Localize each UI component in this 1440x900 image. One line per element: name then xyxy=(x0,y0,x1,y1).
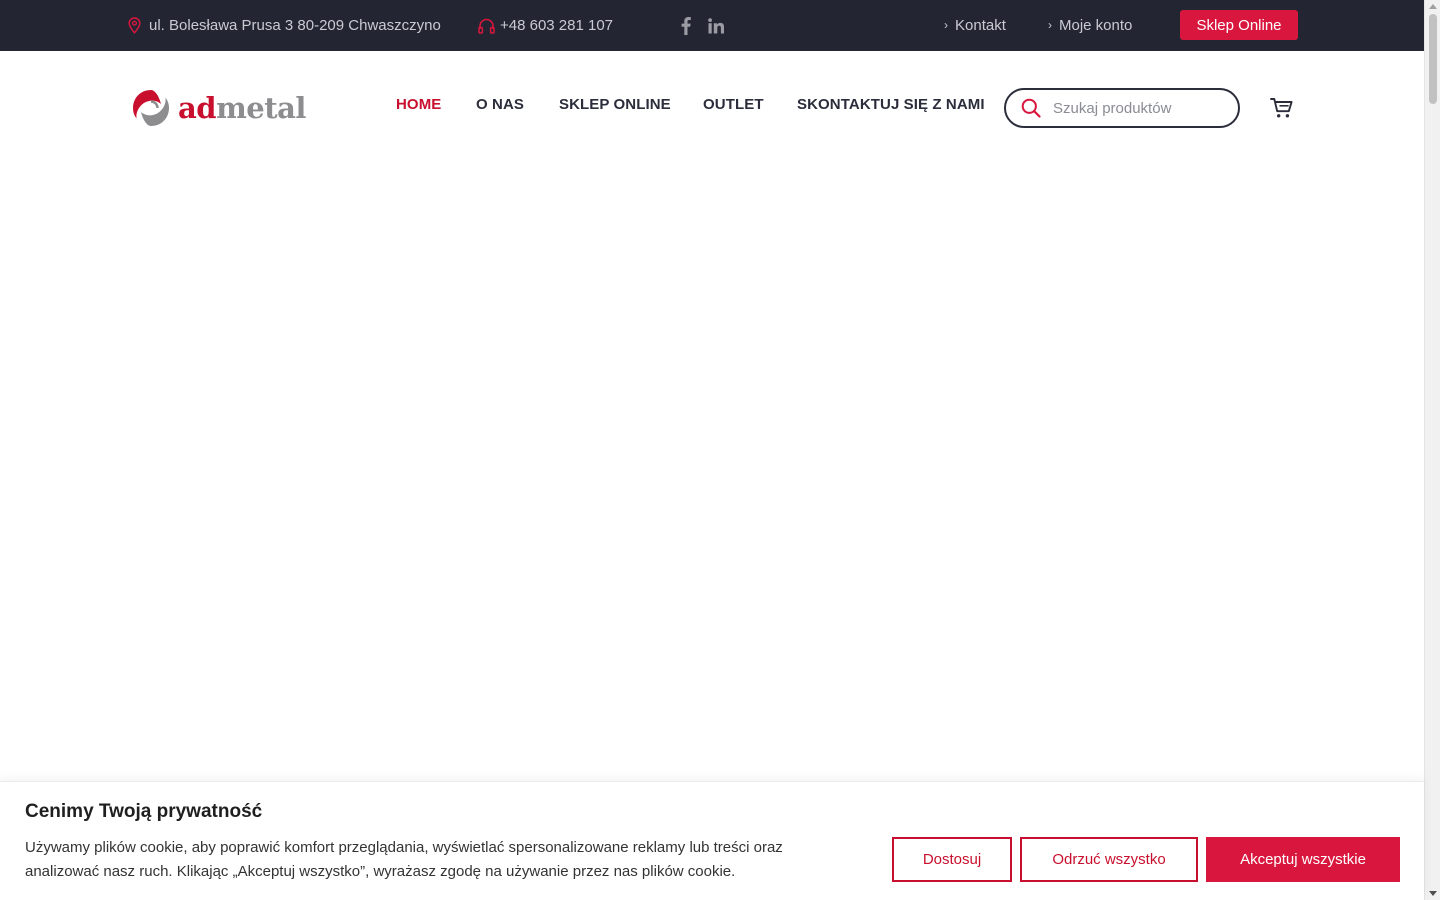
search-box[interactable] xyxy=(1004,88,1240,128)
location-pin-icon xyxy=(128,17,141,34)
sklep-online-button[interactable]: Sklep Online xyxy=(1180,10,1298,40)
logo-text-ad: ad xyxy=(178,91,217,125)
search-input[interactable] xyxy=(1053,99,1213,117)
nav-item-outlet[interactable]: OUTLET xyxy=(703,96,764,113)
topbar-link-kontakt[interactable]: › Kontakt xyxy=(944,0,1006,51)
reject-all-button[interactable]: Odrzuć wszystko xyxy=(1020,837,1198,882)
cookie-text: Używamy plików cookie, aby poprawić komf… xyxy=(25,839,783,880)
page-scrollbar[interactable] xyxy=(1424,0,1440,900)
nav-item-skontaktuj[interactable]: SKONTAKTUJ SIĘ Z NAMI xyxy=(797,96,985,113)
chevron-right-icon: › xyxy=(1048,17,1052,32)
scrollbar-thumb[interactable] xyxy=(1429,14,1437,104)
logo-swirl-icon xyxy=(133,90,169,126)
headphones-icon xyxy=(478,18,495,34)
accept-all-button[interactable]: Akceptuj wszystkie xyxy=(1206,837,1400,882)
phone[interactable]: +48 603 281 107 xyxy=(478,0,613,51)
address-text: ul. Bolesława Prusa 3 80-209 Chwaszczyno xyxy=(149,17,441,34)
nav-item-o-nas[interactable]: O NAS xyxy=(476,96,524,113)
logo-text: admetal xyxy=(178,91,306,125)
chevron-right-icon: › xyxy=(944,17,948,32)
scroll-up-arrow-icon[interactable] xyxy=(1429,4,1437,9)
linkedin-icon[interactable] xyxy=(708,0,724,51)
facebook-icon[interactable] xyxy=(681,0,691,51)
logo-text-metal: metal xyxy=(216,91,306,125)
cookie-title: Cenimy Twoją prywatność xyxy=(25,801,263,822)
search-icon[interactable] xyxy=(1021,98,1041,118)
phone-text: +48 603 281 107 xyxy=(500,17,614,34)
topbar-link-label: Kontakt xyxy=(955,17,1006,34)
cart-icon[interactable] xyxy=(1270,97,1294,124)
logo[interactable]: admetal xyxy=(130,86,306,130)
cookie-banner: Cenimy Twoją prywatność Używamy plików c… xyxy=(0,781,1424,900)
address: ul. Bolesława Prusa 3 80-209 Chwaszczyno xyxy=(128,0,441,51)
top-bar: ul. Bolesława Prusa 3 80-209 Chwaszczyno… xyxy=(0,0,1424,51)
nav-item-home[interactable]: HOME xyxy=(396,96,441,113)
scroll-down-arrow-icon[interactable] xyxy=(1429,891,1437,896)
customize-button[interactable]: Dostosuj xyxy=(892,837,1012,882)
topbar-link-label: Moje konto xyxy=(1059,17,1133,34)
nav-item-sklep-online[interactable]: SKLEP ONLINE xyxy=(559,96,671,113)
topbar-link-moje-konto[interactable]: › Moje konto xyxy=(1048,0,1132,51)
